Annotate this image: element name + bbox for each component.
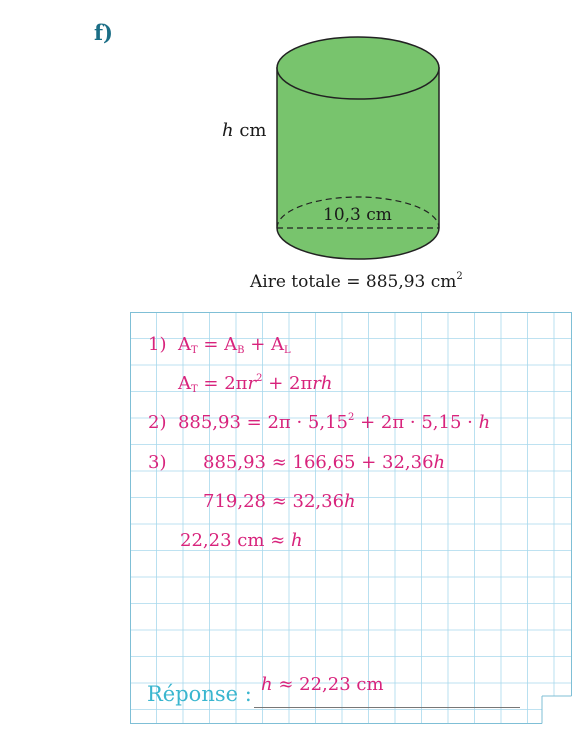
step-3-equation-3: 22,23 cm ≈ h [180,530,303,551]
step-2-line: 2) 885,93 = 2π · 5,152 + 2π · 5,15 · h [148,412,491,433]
step-3-equation-1: 885,93 ≈ 166,65 + 32,36h [203,452,446,473]
step-1-line-2: AT = 2πr2 + 2πrh [178,373,333,395]
cylinder-figure [276,36,440,260]
step-1-line-1: 1) AT = AB + AL [148,334,291,356]
total-area-label: Aire totale = 885,93 cm2 [250,271,463,292]
answer-label: Réponse : [147,682,252,706]
step-3-line-1: 3) [148,452,167,473]
height-label: h cm [222,120,267,141]
cylinder-top [276,36,440,100]
diameter-label: 10,3 cm [323,205,392,225]
answer-value[interactable]: h ≈ 22,23 cm [261,674,384,695]
step-3-equation-2: 719,28 ≈ 32,36h [203,491,356,512]
answer-underline [254,707,520,708]
